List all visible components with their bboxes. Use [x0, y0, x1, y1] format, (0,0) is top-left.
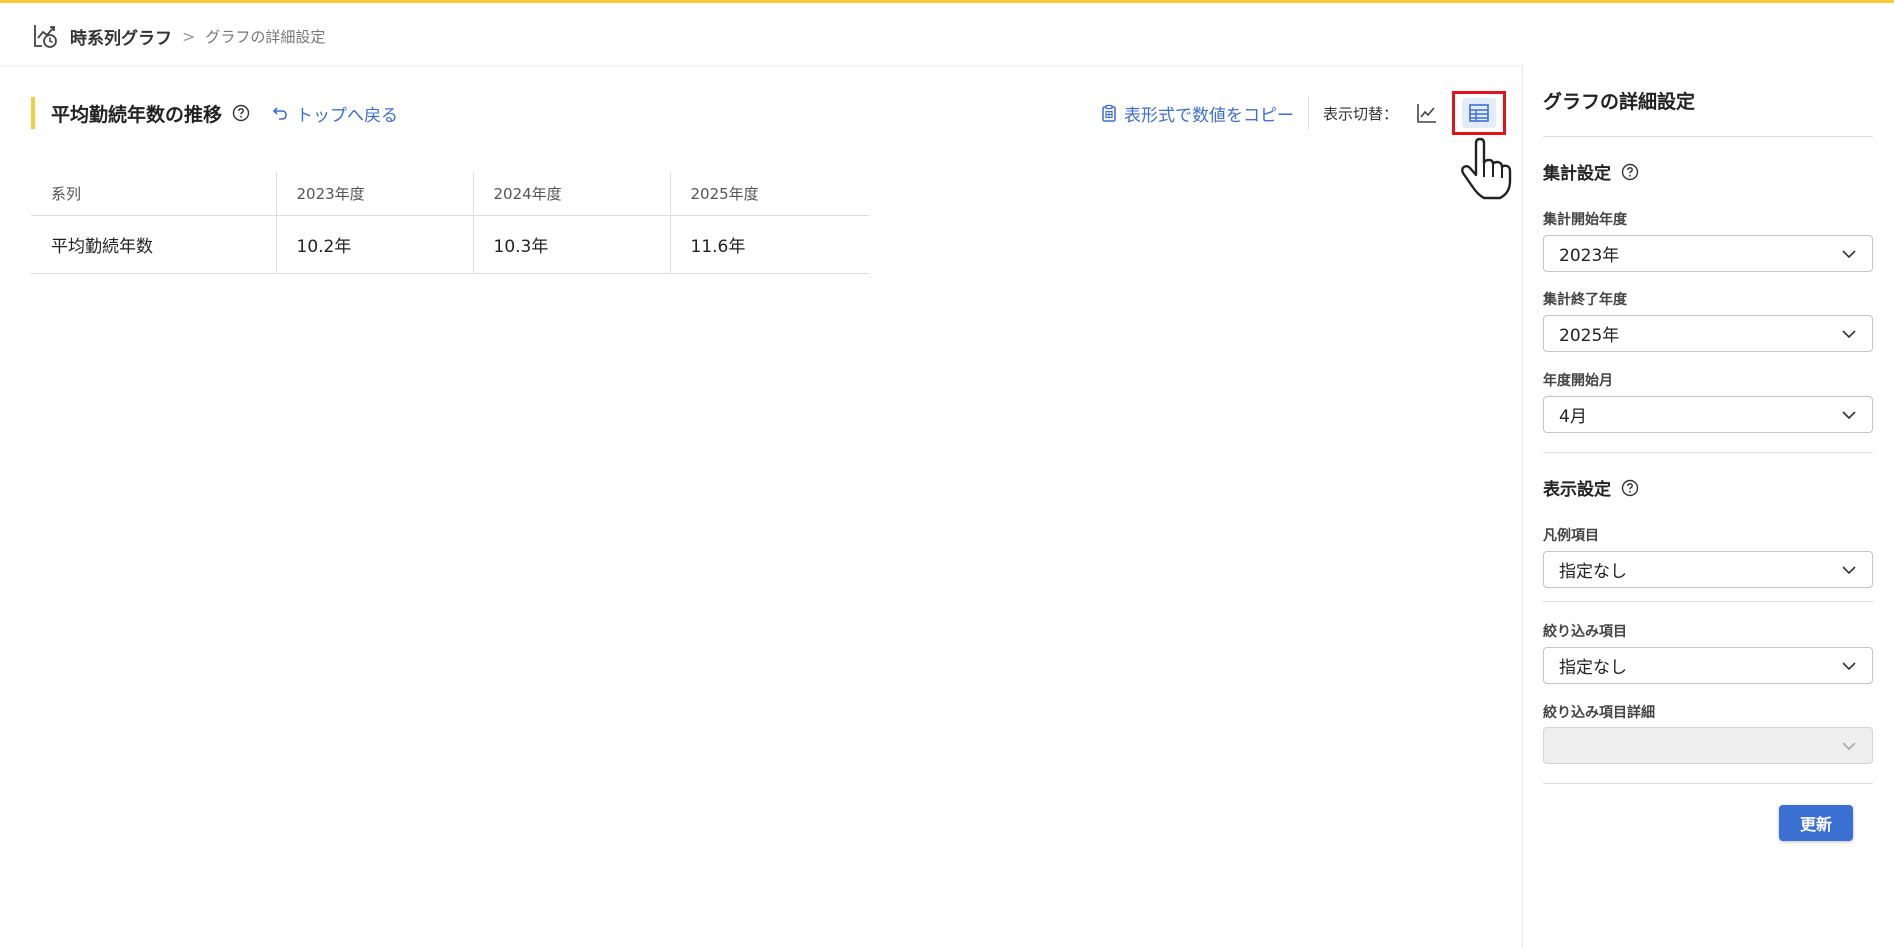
end-year-label: 集計終了年度 [1543, 292, 1627, 308]
help-icon[interactable] [232, 104, 250, 122]
start-year-label: 集計開始年度 [1543, 212, 1627, 228]
help-icon[interactable] [1621, 163, 1639, 181]
table-header: 系列 [31, 172, 276, 216]
table-view-active-bg [1462, 98, 1496, 128]
copy-as-table-link[interactable]: 表形式で数値をコピー [1100, 101, 1294, 126]
back-to-top-label: トップへ戻る [296, 105, 399, 126]
chevron-down-icon [1842, 329, 1856, 338]
line-chart-icon [1417, 104, 1436, 123]
filter-label: 絞り込み項目 [1543, 624, 1627, 640]
end-year-select[interactable]: 2025年 [1543, 315, 1873, 352]
data-table: 系列 2023年度 2024年度 2025年度 平均勤続年数 10.2年 10.… [31, 172, 869, 274]
table-cell: 10.3年 [472, 215, 670, 274]
table-header: 2023年度 [275, 172, 473, 216]
filter-detail-select [1543, 727, 1873, 764]
divider [1543, 136, 1873, 137]
back-to-top-link[interactable]: トップへ戻る [272, 101, 398, 126]
title-row: 平均勤続年数の推移 トップへ戻る [31, 97, 398, 129]
divider [1543, 452, 1873, 453]
undo-arrow-icon [272, 107, 287, 120]
help-icon[interactable] [1621, 479, 1639, 497]
update-button[interactable]: 更新 [1779, 805, 1853, 841]
timeseries-graph-icon [34, 25, 57, 48]
view-switch-label: 表示切替： [1322, 104, 1398, 123]
legend-value: 指定なし [1559, 562, 1627, 582]
table-header: 2024年度 [472, 172, 670, 216]
legend-label: 凡例項目 [1543, 528, 1599, 544]
fiscal-month-value: 4月 [1559, 407, 1587, 427]
legend-select[interactable]: 指定なし [1543, 551, 1873, 588]
chevron-down-icon [1842, 410, 1856, 419]
top-bar: 時系列グラフ > グラフの詳細設定 [0, 0, 1894, 65]
breadcrumb: 時系列グラフ > グラフの詳細設定 [32, 21, 325, 51]
breadcrumb-app-title[interactable]: 時系列グラフ [70, 24, 172, 49]
table-header: 2025年度 [669, 172, 869, 216]
start-year-value: 2023年 [1559, 246, 1620, 266]
title-accent-bar [31, 97, 35, 129]
divider [1543, 783, 1873, 784]
toolbar: 表形式で数値をコピー 表示切替： [1100, 91, 1506, 135]
table-cell-series: 平均勤続年数 [31, 215, 276, 274]
chevron-down-icon [1842, 565, 1856, 574]
fiscal-month-select[interactable]: 4月 [1543, 396, 1873, 433]
end-year-value: 2025年 [1559, 326, 1620, 346]
main-content: 平均勤続年数の推移 トップへ戻る 表形式で数値をコピー 表示切替： 系列 202… [0, 65, 1522, 949]
start-year-select[interactable]: 2023年 [1543, 235, 1873, 272]
divider [1543, 601, 1873, 602]
page-title: 平均勤続年数の推移 [51, 103, 223, 126]
display-section-label: 表示設定 [1543, 480, 1611, 500]
aggregation-section-label: 集計設定 [1543, 164, 1611, 184]
aggregation-section-title: 集計設定 [1543, 159, 1639, 184]
filter-value: 指定なし [1559, 658, 1627, 678]
table-header-row: 系列 2023年度 2024年度 2025年度 [31, 172, 869, 216]
chevron-down-icon [1842, 661, 1856, 670]
line-chart-view-button[interactable] [1412, 98, 1442, 128]
chevron-down-icon [1842, 249, 1856, 258]
table-cell: 11.6年 [669, 215, 869, 274]
display-section-title: 表示設定 [1543, 475, 1639, 500]
chevron-down-icon [1842, 741, 1856, 750]
table-cell: 10.2年 [275, 215, 473, 274]
panel-title: グラフの詳細設定 [1543, 91, 1696, 113]
toolbar-divider [1307, 96, 1309, 130]
settings-panel: グラフの詳細設定 集計設定 集計開始年度 2023年 集計終了年度 2025年 … [1522, 65, 1894, 949]
clipboard-icon [1102, 104, 1116, 122]
table-icon [1469, 104, 1489, 122]
breadcrumb-chevron-icon: > [182, 26, 196, 46]
filter-select[interactable]: 指定なし [1543, 647, 1873, 684]
table-row: 平均勤続年数 10.2年 10.3年 11.6年 [31, 215, 869, 274]
copy-as-table-label: 表形式で数値をコピー [1123, 105, 1294, 126]
breadcrumb-current: グラフの詳細設定 [205, 27, 326, 46]
table-view-button[interactable] [1452, 91, 1506, 135]
pointer-hand-icon [1461, 137, 1512, 200]
fiscal-month-label: 年度開始月 [1543, 373, 1613, 389]
filter-detail-label: 絞り込み項目詳細 [1543, 705, 1655, 721]
